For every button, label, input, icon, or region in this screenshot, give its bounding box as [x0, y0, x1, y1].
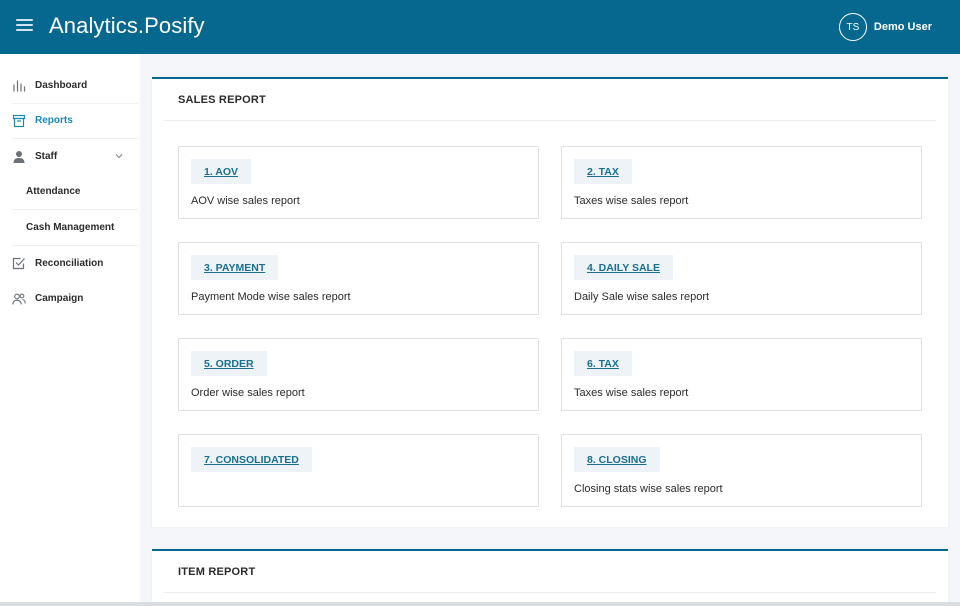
item-report-panel: ITEM REPORT — [152, 549, 948, 602]
report-description: Payment Mode wise sales report — [191, 291, 351, 303]
panel-title: ITEM REPORT — [164, 551, 936, 593]
report-card-order[interactable]: 5. ORDER Order wise sales report — [178, 338, 539, 411]
sidebar-item-reports[interactable]: Reports — [12, 104, 138, 139]
report-card-aov[interactable]: 1. AOV AOV wise sales report — [178, 146, 539, 219]
chevron-down-icon[interactable] — [114, 151, 124, 161]
user-name[interactable]: Demo User — [874, 21, 932, 33]
sidebar: Dashboard Reports Staff Attendance Cash … — [0, 54, 140, 606]
report-link[interactable]: 1. AOV — [191, 159, 252, 184]
report-link[interactable]: 6. TAX — [574, 351, 632, 376]
sidebar-item-label: Attendance — [26, 186, 81, 198]
report-description: Taxes wise sales report — [574, 387, 689, 399]
report-link[interactable]: 5. ORDER — [191, 351, 267, 376]
sidebar-item-label: Reports — [35, 115, 73, 127]
report-description: Daily Sale wise sales report — [574, 291, 710, 303]
sidebar-item-cash-management[interactable]: Cash Management — [12, 210, 138, 246]
panel-title: SALES REPORT — [164, 79, 936, 121]
user-menu[interactable]: TS Demo User — [838, 13, 932, 41]
sidebar-item-label: Staff — [35, 151, 58, 163]
report-card-consolidated[interactable]: 7. CONSOLIDATED — [178, 434, 539, 507]
report-card-tax-2[interactable]: 6. TAX Taxes wise sales report — [561, 338, 922, 411]
horizontal-scrollbar[interactable] — [0, 602, 960, 606]
report-link[interactable]: 7. CONSOLIDATED — [191, 447, 312, 472]
report-card-closing[interactable]: 8. CLOSING Closing stats wise sales repo… — [561, 434, 922, 507]
bar-chart-icon — [12, 78, 26, 92]
archive-icon — [12, 114, 26, 128]
sidebar-item-label: Reconciliation — [35, 257, 104, 269]
sidebar-item-label: Cash Management — [26, 221, 115, 233]
report-link[interactable]: 4. DAILY SALE — [574, 255, 673, 280]
sidebar-item-label: Dashboard — [35, 79, 88, 91]
report-card-daily-sale[interactable]: 4. DAILY SALE Daily Sale wise sales repo… — [561, 242, 922, 315]
report-card-payment[interactable]: 3. PAYMENT Payment Mode wise sales repor… — [178, 242, 539, 315]
sidebar-item-reconciliation[interactable]: Reconciliation — [12, 246, 138, 282]
sidebar-item-campaign[interactable]: Campaign — [12, 281, 138, 317]
sidebar-item-label: Campaign — [35, 293, 84, 305]
hamburger-menu-icon[interactable] — [16, 19, 33, 33]
report-link[interactable]: 2. TAX — [574, 159, 632, 184]
sidebar-item-staff[interactable]: Staff — [12, 139, 138, 175]
report-description: Taxes wise sales report — [574, 195, 689, 207]
report-link[interactable]: 8. CLOSING — [574, 447, 660, 472]
report-description: Order wise sales report — [191, 387, 305, 399]
person-icon — [12, 150, 26, 164]
sidebar-item-dashboard[interactable]: Dashboard — [12, 68, 138, 104]
sales-report-panel: SALES REPORT 1. AOV AOV wise sales repor… — [152, 77, 948, 527]
top-bar: Analytics.Posify TS Demo User — [0, 0, 960, 54]
sidebar-item-attendance[interactable]: Attendance — [12, 175, 138, 210]
report-description: AOV wise sales report — [191, 195, 300, 207]
report-link[interactable]: 3. PAYMENT — [191, 255, 279, 280]
report-description: Closing stats wise sales report — [574, 483, 723, 495]
checkbox-icon — [12, 256, 26, 270]
avatar[interactable]: TS — [838, 13, 867, 41]
report-card-tax[interactable]: 2. TAX Taxes wise sales report — [561, 146, 922, 219]
app-title: Analytics.Posify — [49, 13, 205, 38]
users-icon — [12, 292, 26, 306]
